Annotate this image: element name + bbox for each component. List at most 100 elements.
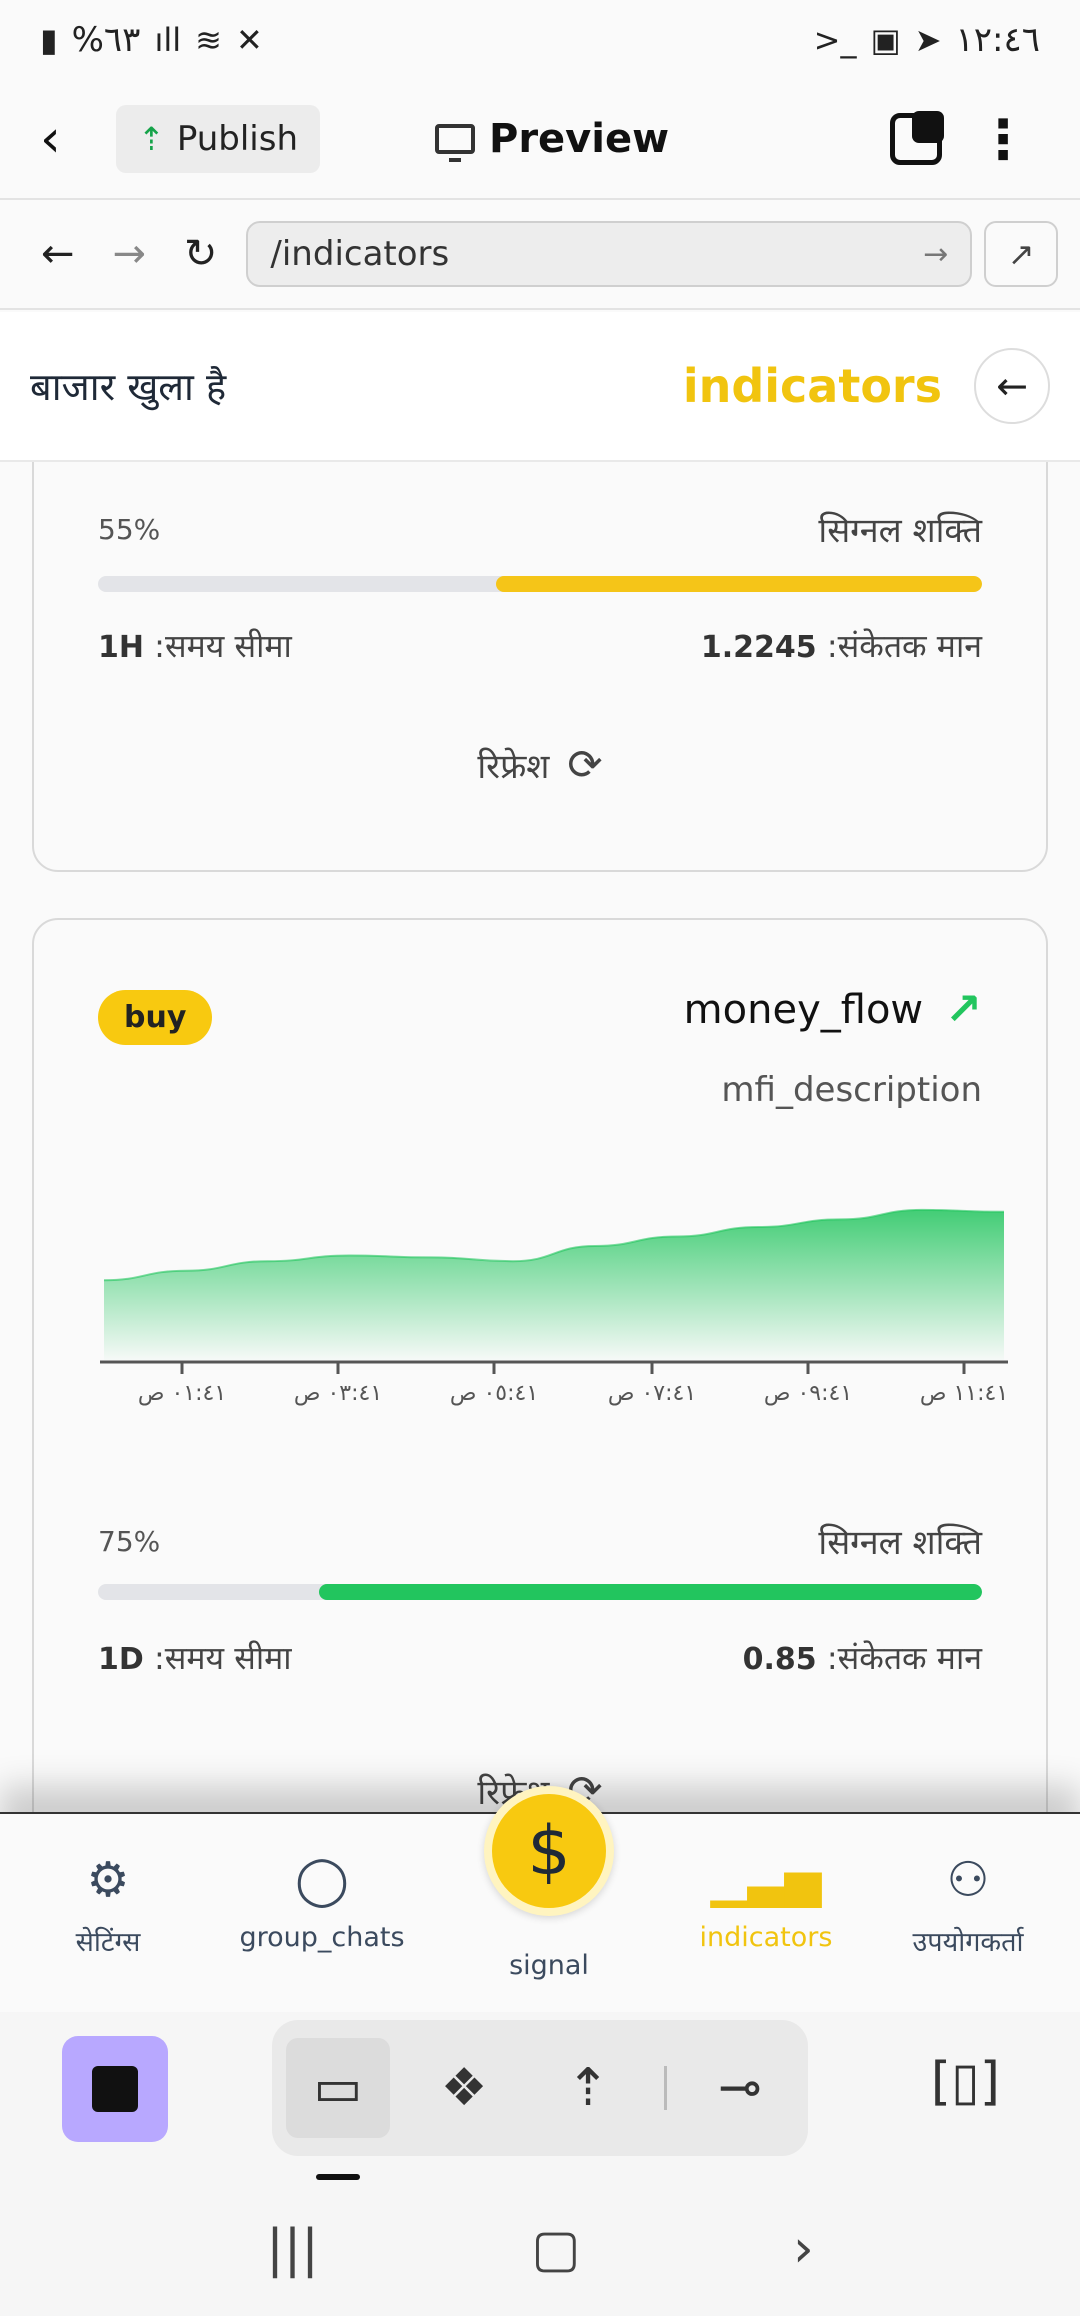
users-icon: ⚇ bbox=[946, 1852, 990, 1908]
monitor-icon bbox=[435, 124, 475, 162]
clock: ١٢:٤٦ bbox=[955, 20, 1040, 60]
trending-up-icon: ↗ bbox=[945, 984, 982, 1035]
preview-button[interactable]: Preview bbox=[435, 116, 669, 162]
signal-strength-bar bbox=[98, 1584, 982, 1600]
indicator-value-number: 1.2245 bbox=[700, 630, 817, 665]
back-nav-icon[interactable]: › bbox=[793, 2219, 814, 2279]
tabs-icon[interactable] bbox=[890, 111, 944, 165]
nav-item-indicators[interactable]: ▁▃▅ indicators bbox=[666, 1852, 866, 1953]
indicator-card: 55% सिग्नल शक्ति 1H :समय सीमा 1.2245 :सं… bbox=[32, 462, 1048, 872]
indicator-name: money_flow bbox=[683, 986, 924, 1033]
publish-tree-icon[interactable]: ⇡ bbox=[536, 2038, 640, 2138]
market-status: बाजार खुला है bbox=[30, 365, 227, 409]
nav-item-settings[interactable]: ⚙ सेटिंग्स bbox=[8, 1852, 208, 1959]
header-right: indicators ← bbox=[683, 348, 1050, 424]
nav-item-group-chats[interactable]: ◯ group_chats bbox=[222, 1852, 422, 1953]
signal-icon: ıll bbox=[154, 21, 182, 59]
url-text: /indicators bbox=[270, 234, 450, 274]
x-tick-label: ١١:٤١ ص bbox=[920, 1381, 1008, 1406]
editor-toolbar: ▭ ❖ ⇡ ⊸ [▯] bbox=[0, 2012, 1080, 2182]
refresh-button[interactable]: रिफ्रेश ⟳ bbox=[34, 740, 1046, 789]
money-flow-chart: ٠١:٤١ ص ٠٣:٤١ ص ٠٥:٤١ ص ٠٧:٤١ ص ٠٩:٤١ ص ١١:٤١… bbox=[100, 1208, 1008, 1406]
chart-area bbox=[104, 1209, 1004, 1360]
desktop-view-icon[interactable]: ▭ bbox=[286, 2038, 390, 2138]
timeframe: 1H :समय सीमा bbox=[98, 624, 292, 667]
indicator-value: 1.2245 :संकेतक मान bbox=[701, 624, 982, 667]
page: ▮ %٦٣ ıll ≋ ✕ >_ ▣ ➤ ١٢:٤٦ ‹ ⇡ Publish P… bbox=[0, 0, 1080, 2316]
x-tick-label: ٠٩:٤١ ص bbox=[764, 1381, 852, 1406]
bar-chart-icon: ▁▃▅ bbox=[710, 1852, 822, 1908]
system-nav: ||| ▢ › bbox=[0, 2182, 1080, 2316]
signal-strength-row: 55% सिग्नल शक्ति bbox=[98, 506, 982, 552]
bottom-nav: ⚙ सेटिंग्स ◯ group_chats $ signal ▁▃▅ in… bbox=[0, 1786, 1080, 2012]
x-tick-label: ٠١:٤١ ص bbox=[138, 1381, 226, 1406]
signal-strength-bar bbox=[98, 576, 982, 592]
signal-strength-percent: 55% bbox=[98, 512, 161, 546]
signal-strength-label: सिग्नल शक्ति bbox=[818, 1523, 982, 1563]
mute-icon: ✕ bbox=[235, 21, 263, 59]
page-header: बाजार खुला है indicators ← bbox=[0, 312, 1080, 462]
nav-label: उपयोगकर्ता bbox=[912, 1927, 1024, 1958]
stop-button[interactable] bbox=[62, 2036, 168, 2142]
nav-item-users[interactable]: ⚇ उपयोगकर्ता bbox=[868, 1852, 1068, 1959]
refresh-icon: ⟳ bbox=[567, 740, 603, 789]
timeframe-label: :समय सीमा bbox=[153, 1639, 292, 1677]
terminal-icon: >_ bbox=[813, 21, 857, 59]
timeframe-label: :समय सीमा bbox=[154, 627, 292, 665]
indicator-description: mfi_description bbox=[721, 1070, 982, 1110]
x-tick-label: ٠٣:٤١ ص bbox=[294, 1381, 382, 1406]
chat-bubble-icon: ◯ bbox=[295, 1852, 349, 1908]
status-left: ▮ %٦٣ ıll ≋ ✕ bbox=[40, 20, 263, 60]
meta-row: 1H :समय सीमा 1.2245 :संकेतक मान bbox=[98, 624, 982, 667]
signal-badge: buy bbox=[98, 990, 213, 1045]
timeframe: 1D :समय सीमा bbox=[98, 1636, 292, 1679]
wifi-icon: ≋ bbox=[195, 21, 222, 59]
indicator-value-number: 0.85 bbox=[742, 1642, 817, 1677]
recents-icon[interactable]: ||| bbox=[266, 2219, 319, 2279]
publish-icon: ⇡ bbox=[138, 120, 165, 158]
dollar-icon: $ bbox=[527, 1811, 571, 1891]
active-tab-indicator bbox=[316, 2174, 360, 2180]
workflow-icon[interactable]: ⊸ bbox=[688, 2038, 792, 2138]
reload-icon[interactable]: ↻ bbox=[165, 231, 236, 277]
indicator-value: 0.85 :संकेतक मान bbox=[743, 1636, 982, 1679]
url-input[interactable]: /indicators → bbox=[246, 221, 973, 287]
status-bar: ▮ %٦٣ ıll ≋ ✕ >_ ▣ ➤ ١٢:٤٦ bbox=[0, 0, 1080, 80]
publish-label: Publish bbox=[176, 119, 299, 159]
nav-label: indicators bbox=[699, 1922, 833, 1953]
go-arrow-icon[interactable]: → bbox=[923, 237, 948, 272]
indicator-value-label: :संकेतक मान bbox=[826, 627, 982, 665]
browser-back-icon[interactable]: ← bbox=[22, 231, 93, 277]
signal-button[interactable]: $ bbox=[484, 1786, 614, 1916]
browser-forward-icon[interactable]: → bbox=[93, 231, 164, 277]
indicator-title: money_flow ↗ bbox=[684, 984, 982, 1035]
nav-label: सेटिंग्स bbox=[75, 1927, 141, 1958]
separator bbox=[664, 2066, 667, 2110]
x-tick-label: ٠٧:٤١ ص bbox=[608, 1381, 696, 1406]
components-icon[interactable]: ❖ bbox=[412, 2038, 516, 2138]
more-options-icon[interactable]: ⋮ bbox=[976, 108, 1030, 171]
publish-button[interactable]: ⇡ Publish bbox=[116, 105, 321, 173]
view-tool-group: ▭ ❖ ⇡ ⊸ bbox=[272, 2020, 808, 2156]
signal-strength-label: सिग्नल शक्ति bbox=[818, 511, 982, 551]
open-external-icon[interactable]: ↗ bbox=[984, 221, 1058, 287]
image-icon: ▣ bbox=[870, 21, 901, 59]
header-back-button[interactable]: ← bbox=[974, 348, 1050, 424]
preview-label: Preview bbox=[489, 116, 670, 162]
back-button[interactable]: ‹ bbox=[40, 109, 110, 169]
meta-row: 1D :समय सीमा 0.85 :संकेतक मान bbox=[98, 1636, 982, 1679]
status-right: >_ ▣ ➤ ١٢:٤٦ bbox=[814, 20, 1040, 60]
battery-icon: ▮ bbox=[40, 21, 58, 59]
signal-strength-percent: 75% bbox=[98, 1524, 161, 1558]
home-icon[interactable]: ▢ bbox=[531, 2219, 580, 2279]
indicator-card: buy money_flow ↗ mfi_description ٠١:٤١ ص… bbox=[32, 918, 1048, 1812]
stop-icon bbox=[92, 2066, 138, 2112]
signal-strength-fill bbox=[319, 1584, 982, 1600]
indicator-value-label: :संकेतक मान bbox=[826, 1639, 982, 1677]
content-scroll[interactable]: 55% सिग्नल शक्ति 1H :समय सीमा 1.2245 :सं… bbox=[0, 462, 1080, 1812]
split-view-icon[interactable]: [▯] bbox=[931, 2052, 1000, 2112]
page-title: indicators bbox=[682, 359, 942, 413]
gear-icon: ⚙ bbox=[86, 1852, 130, 1908]
signal-strength-row: 75% सिग्नल शक्ति bbox=[98, 1518, 982, 1564]
telegram-icon: ➤ bbox=[914, 21, 942, 59]
